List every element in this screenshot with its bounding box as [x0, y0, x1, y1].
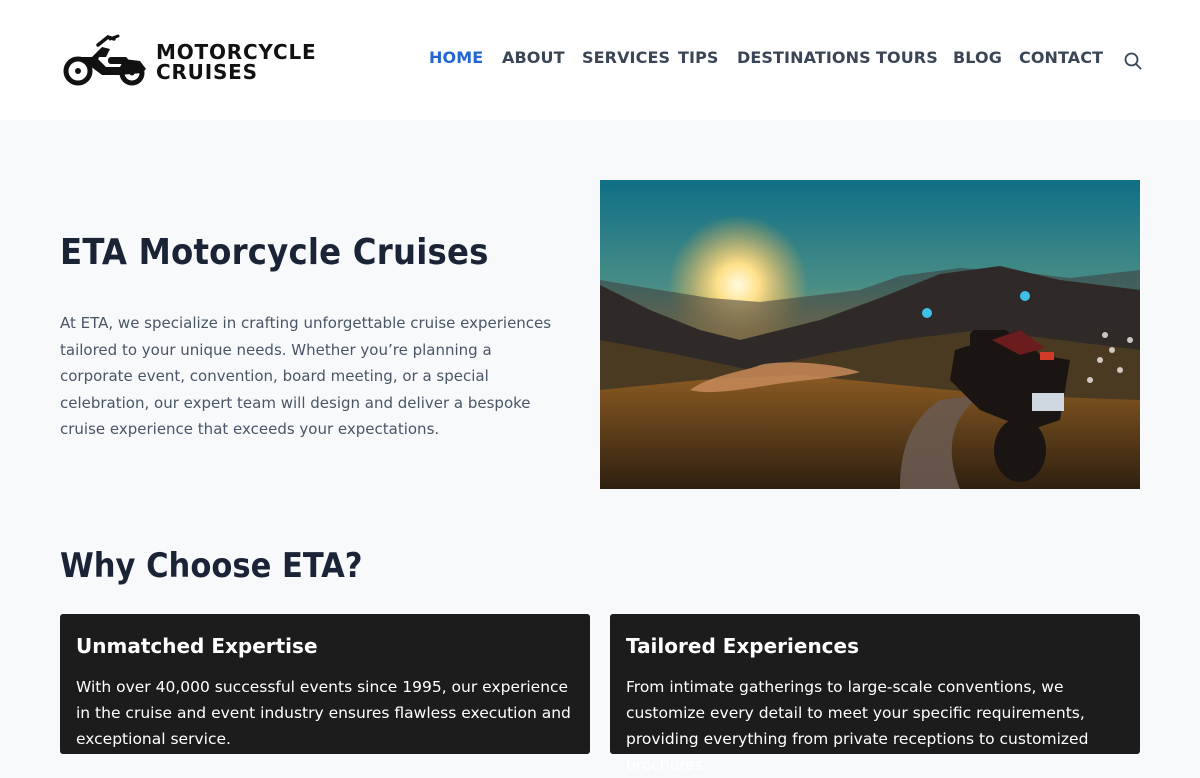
main-nav: HOME ABOUT SERVICES TIPS DESTINATIONS TO… [0, 48, 1200, 74]
search-icon[interactable] [1122, 50, 1144, 72]
nav-item-tips[interactable]: TIPS [678, 48, 719, 67]
feature-card-text: From intimate gatherings to large-scale … [626, 678, 1089, 774]
motorcycle-at-mountain-sunset-image [600, 180, 1140, 489]
feature-card-title: Unmatched Expertise [76, 634, 318, 658]
nav-item-contact[interactable]: CONTACT [1019, 48, 1103, 67]
nav-item-blog[interactable]: BLOG [953, 48, 1002, 67]
hero-description: At ETA, we specialize in crafting unforg… [60, 314, 552, 438]
section-title-why-choose: Why Choose ETA? [60, 546, 363, 586]
feature-card-text: With over 40,000 successful events since… [76, 678, 571, 748]
feature-card: Unmatched Expertise With over 40,000 suc… [60, 614, 590, 754]
nav-item-about[interactable]: ABOUT [502, 48, 565, 67]
hero-title: ETA Motorcycle Cruises [60, 232, 489, 273]
nav-item-home[interactable]: HOME [429, 48, 483, 67]
feature-card: Tailored Experiences From intimate gathe… [610, 614, 1140, 774]
nav-item-tours[interactable]: TOURS [876, 48, 938, 67]
nav-item-services[interactable]: SERVICES [582, 48, 670, 67]
nav-item-destinations[interactable]: DESTINATIONS [737, 48, 871, 67]
feature-card-title: Tailored Experiences [626, 634, 860, 658]
hero-image [600, 180, 1140, 489]
site-header: MOTORCYCLE CRUISES HOME ABOUT SERVICES T… [0, 0, 1200, 120]
